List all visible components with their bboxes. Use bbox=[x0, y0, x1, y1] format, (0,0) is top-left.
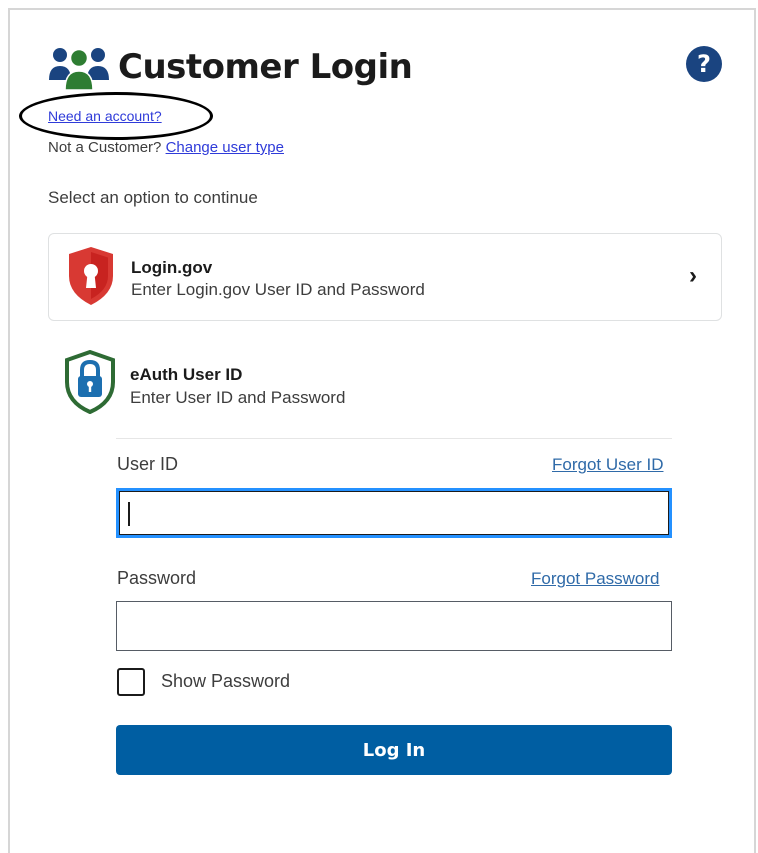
forgot-user-id-link[interactable]: Forgot User ID bbox=[552, 455, 663, 475]
logingov-option-card[interactable]: Login.gov Enter Login.gov User ID and Pa… bbox=[48, 233, 722, 321]
change-user-type-link[interactable]: Change user type bbox=[166, 139, 284, 156]
forgot-password-link[interactable]: Forgot Password bbox=[531, 569, 660, 589]
password-input[interactable] bbox=[116, 601, 672, 651]
users-group-icon bbox=[49, 48, 109, 90]
page-header: Customer Login bbox=[48, 44, 413, 90]
keyhole-shield-icon bbox=[69, 247, 113, 305]
padlock-shield-icon bbox=[65, 350, 115, 414]
password-label: Password bbox=[117, 568, 197, 588]
user-type-row: Not a Customer? Change user type bbox=[48, 139, 284, 156]
logingov-title: Login.gov bbox=[131, 258, 213, 277]
logingov-subtitle: Enter Login.gov User ID and Password bbox=[131, 280, 425, 299]
show-password-label[interactable]: Show Password bbox=[161, 671, 290, 692]
eauth-title: eAuth User ID bbox=[130, 365, 243, 384]
user-id-input[interactable] bbox=[116, 488, 672, 538]
page-title: Customer Login bbox=[118, 47, 413, 87]
need-account-link[interactable]: Need an account? bbox=[48, 108, 162, 124]
chevron-right-icon: › bbox=[689, 262, 697, 289]
user-id-label: User ID bbox=[117, 454, 179, 474]
select-option-prompt: Select an option to continue bbox=[48, 188, 258, 207]
eauth-subtitle: Enter User ID and Password bbox=[130, 388, 346, 407]
not-customer-text: Not a Customer? bbox=[48, 139, 162, 156]
login-button[interactable]: Log In bbox=[116, 725, 672, 775]
divider bbox=[116, 438, 672, 439]
help-icon[interactable]: ? bbox=[686, 46, 722, 82]
show-password-checkbox[interactable] bbox=[117, 668, 145, 696]
